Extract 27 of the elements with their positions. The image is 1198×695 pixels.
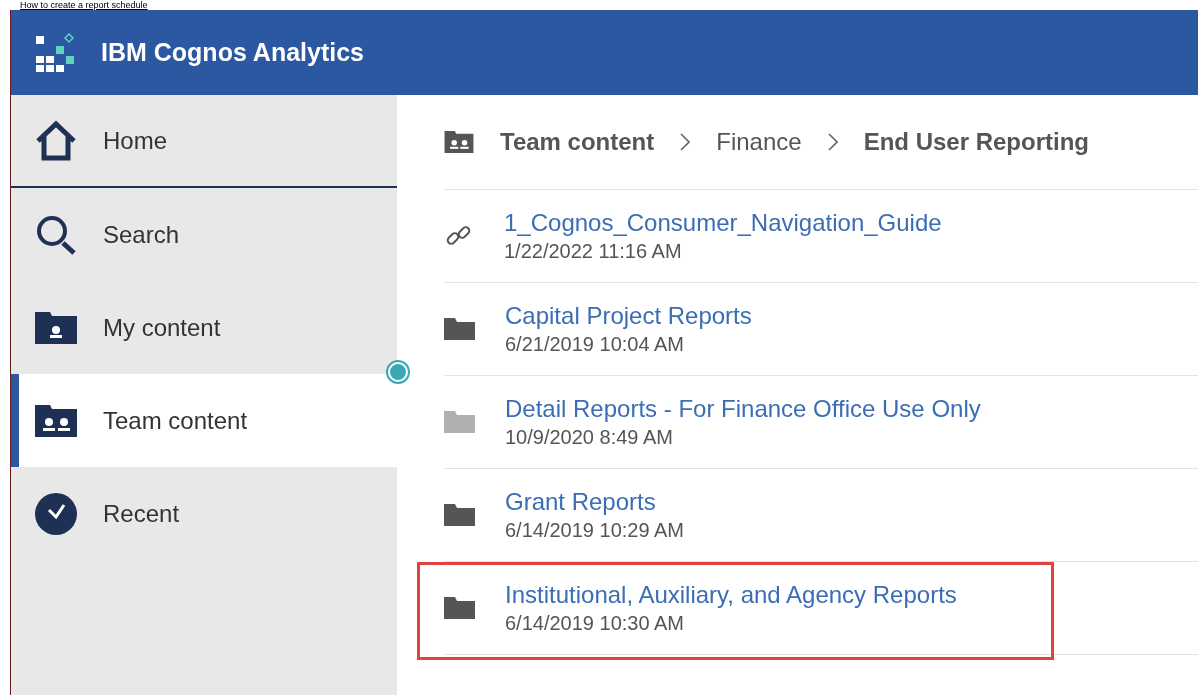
folder-people-icon (35, 404, 77, 437)
item-link[interactable]: 1_Cognos_Consumer_Navigation_Guide (504, 208, 942, 238)
chevron-icon (827, 133, 838, 151)
item-link[interactable]: Institutional, Auxiliary, and Agency Reports (505, 580, 957, 610)
item-link[interactable]: Detail Reports - For Finance Office Use Only (505, 394, 981, 424)
page-heading: How to create a report schedule (20, 0, 148, 10)
modified-date: 6/21/2019 10:04 AM (505, 332, 686, 357)
chevron-icon (680, 133, 691, 151)
nav-item[interactable]: Recent (11, 467, 397, 560)
modified-date: 6/14/2019 10:30 AM (505, 611, 686, 636)
folder-person-icon (35, 311, 77, 344)
breadcrumb-link[interactable]: Team content (500, 124, 655, 160)
search-icon (35, 213, 77, 256)
app-title: IBM Cognos Analytics (101, 36, 364, 68)
home-icon (35, 119, 77, 162)
item-link[interactable]: Capital Project Reports (505, 301, 752, 331)
nav-item[interactable]: Team content (11, 374, 397, 467)
nav-item[interactable]: Search (11, 188, 397, 281)
modified-date: 1/22/2022 11:16 AM (504, 239, 683, 264)
breadcrumb-link[interactable]: End User Reporting (863, 124, 1089, 160)
breadcrumb-link[interactable]: Finance (716, 124, 802, 160)
item-link[interactable]: Grant Reports (505, 487, 685, 517)
nav-item[interactable]: Home (11, 95, 397, 188)
nav-item[interactable]: My content (11, 281, 397, 374)
modified-date: 6/14/2019 10:29 AM (505, 518, 685, 543)
modified-date: 10/9/2020 8:49 AM (505, 425, 674, 450)
folder-people-icon (444, 131, 474, 153)
